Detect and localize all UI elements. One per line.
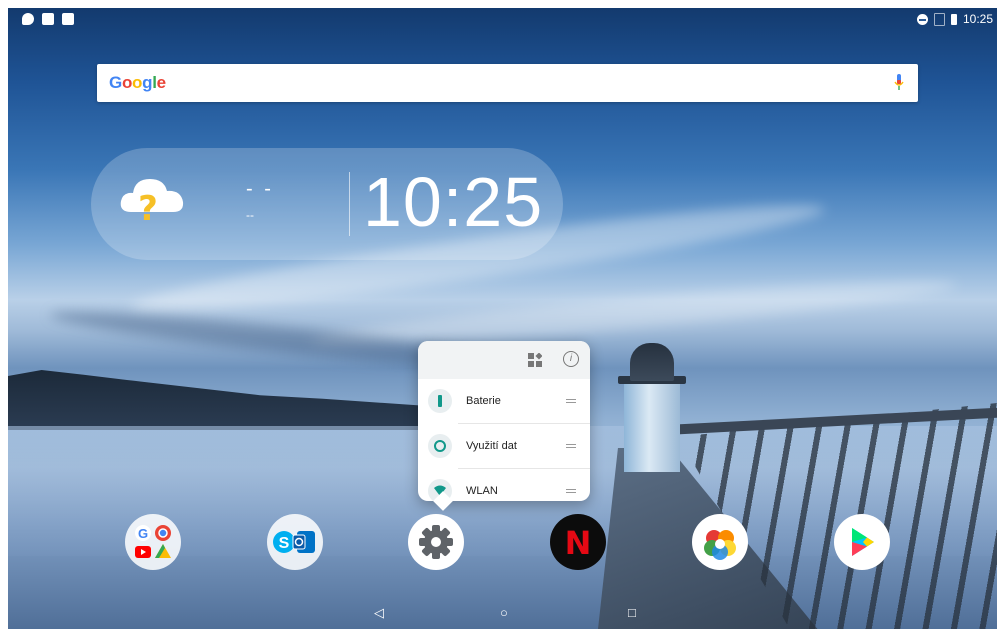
system-status: 10:25: [916, 12, 993, 26]
settings-app[interactable]: [408, 514, 464, 570]
notification-icons: [22, 13, 74, 25]
image-icon: [42, 13, 54, 25]
widget-divider: [349, 172, 350, 236]
data-usage-icon: [428, 434, 452, 458]
widgets-icon[interactable]: [528, 353, 542, 367]
wallpaper-lighthouse-top: [630, 343, 674, 381]
wallpaper-hills: [8, 370, 428, 430]
gear-icon: [419, 525, 453, 559]
photos-app[interactable]: [692, 514, 748, 570]
back-button[interactable]: ◁: [374, 605, 384, 621]
app-shortcuts-popup: i Baterie Využití dat WLAN: [418, 341, 590, 503]
svg-text:S: S: [279, 535, 290, 552]
weather-temperature: - -: [246, 178, 274, 200]
wifi-icon: [428, 479, 452, 503]
shortcut-label: WLAN: [466, 485, 498, 497]
shortcut-battery[interactable]: Baterie: [418, 379, 590, 423]
play-store-icon: [852, 528, 874, 556]
drag-handle-icon[interactable]: [566, 397, 576, 405]
play-store-app[interactable]: [834, 514, 890, 570]
weather-clock-widget[interactable]: ? - - -- 10:25: [91, 148, 563, 260]
wallpaper-lighthouse: [624, 380, 680, 472]
netflix-icon: N: [565, 524, 592, 562]
popup-header: i: [418, 341, 590, 379]
do-not-disturb-icon: [916, 13, 928, 25]
svg-text:?: ?: [138, 189, 158, 226]
drag-handle-icon[interactable]: [566, 442, 576, 450]
clock-time[interactable]: 10:25: [363, 162, 543, 242]
svg-text:N: N: [565, 524, 592, 562]
google-apps-folder[interactable]: G: [125, 514, 181, 570]
netflix-app[interactable]: N: [550, 514, 606, 570]
skype-outlook-folder-icon: S: [273, 531, 315, 553]
battery-icon: [950, 13, 957, 25]
status-time: 10:25: [962, 12, 993, 26]
skype-outlook-folder[interactable]: S: [267, 514, 323, 570]
weather-location: --: [246, 208, 254, 222]
app-info-icon[interactable]: i: [563, 351, 579, 367]
home-screen: 10:25 Google ? - - -- 10:25 i Baterie Vy…: [8, 8, 997, 629]
drag-handle-icon[interactable]: [566, 487, 576, 495]
shortcut-label: Baterie: [466, 395, 501, 407]
cloud-icon: [22, 13, 34, 25]
shortcut-label: Využití dat: [466, 440, 517, 452]
microphone-icon[interactable]: [894, 74, 904, 92]
google-search-bar[interactable]: Google: [97, 64, 918, 102]
svg-text:G: G: [138, 526, 148, 541]
battery-icon: [428, 389, 452, 413]
recents-button[interactable]: □: [628, 605, 636, 620]
no-sim-icon: [933, 12, 945, 26]
status-bar[interactable]: 10:25: [8, 8, 997, 32]
home-button[interactable]: ○: [500, 605, 508, 620]
weather-unknown-icon: ?: [120, 179, 184, 226]
navigation-bar: ◁ ○ □: [8, 600, 997, 629]
google-logo: Google: [109, 73, 166, 93]
keyboard-icon: [62, 13, 74, 25]
shortcut-wlan[interactable]: WLAN: [428, 468, 590, 513]
google-apps-folder-icon: G: [135, 525, 171, 558]
photos-icon: [704, 530, 736, 560]
google-logo-text: Google: [109, 73, 166, 92]
shortcut-data-usage[interactable]: Využití dat: [428, 423, 590, 468]
